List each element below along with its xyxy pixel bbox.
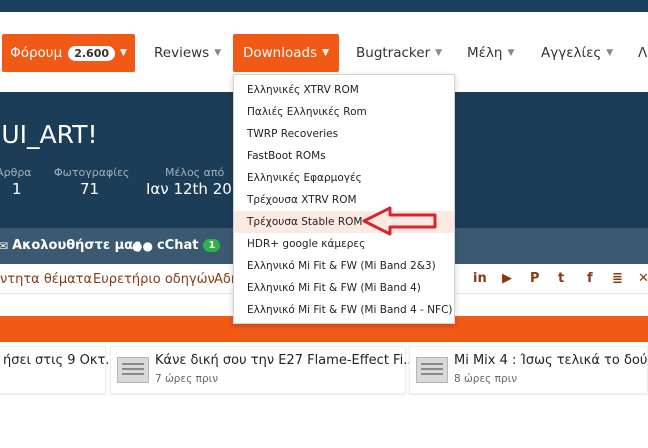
chevron-down-icon: ▼ <box>507 48 515 58</box>
nav-ads[interactable]: Αγγελίες ▼ <box>541 34 613 72</box>
nav-ads-label: Αγγελίες <box>541 45 602 61</box>
forum-count-badge: 2.600 <box>68 45 115 61</box>
nav-more-label: Λ <box>638 45 648 61</box>
top-bar <box>0 0 648 12</box>
nav-bugtracker[interactable]: Bugtracker ▼ <box>356 34 442 72</box>
news-title: Κάνε δική σου την E27 Flame-Effect Fi... <box>155 353 416 368</box>
chevron-down-icon: ▼ <box>606 48 614 58</box>
follow-us-label: Ακολουθήστε μας <box>12 238 141 253</box>
users-icon: ●● <box>132 238 153 253</box>
menu-item-mi-fit-band-4[interactable]: Ελληνικό Mi Fit & FW (Mi Band 4) <box>234 277 454 299</box>
close-icon[interactable]: ✕ <box>638 271 648 286</box>
chat-count-badge: 1 <box>203 239 221 252</box>
news-time: 8 ώρες πριν <box>454 373 518 385</box>
downloads-dropdown-menu: Ελληνικές XTRV ROM Παλιές Ελληνικές Rom … <box>233 74 455 324</box>
stat-member-since-label: Μέλος από <box>165 166 225 179</box>
news-thumbnail <box>117 357 149 383</box>
news-title: Mi Mix 4 : Ίσως τελικά το δούμε <box>454 353 648 368</box>
comment-icon: ✉ <box>0 238 9 253</box>
facebook-icon[interactable]: f <box>587 271 593 286</box>
nav-forum[interactable]: Φόρουμ 2.600 ▼ <box>2 34 135 72</box>
pinterest-icon[interactable]: P <box>530 271 540 286</box>
menu-item-greek-apps[interactable]: Ελληνικές Εφαρμογές <box>234 167 454 189</box>
nav-forum-label: Φόρουμ <box>10 45 63 61</box>
menu-item-mi-fit-band-2-3[interactable]: Ελληνικό Mi Fit & FW (Mi Band 2&3) <box>234 255 454 277</box>
chat-label: cChat <box>156 238 199 253</box>
subnav-recent-topics[interactable]: ντητα θέματα <box>0 272 92 287</box>
stat-articles-value: 1 <box>12 180 22 198</box>
menu-item-mi-fit-band-4-nfc[interactable]: Ελληνικό Mi Fit & FW (Mi Band 4 - NFC) <box>234 299 454 321</box>
nav-downloads-label: Downloads <box>242 45 318 61</box>
stat-photos-value: 71 <box>80 180 100 198</box>
profile-title: IUI_ART! <box>0 120 98 149</box>
news-card[interactable]: Mi Mix 4 : Ίσως τελικά το δούμε 8 ώρες π… <box>409 346 648 394</box>
menu-item-fastboot-roms[interactable]: FastBoot ROMs <box>234 145 454 167</box>
menu-item-greek-xtrv-roms[interactable]: Ελληνικές XTRV ROM <box>234 79 454 101</box>
page: Φόρουμ 2.600 ▼ Reviews ▼ Downloads ▼ Bug… <box>0 0 648 448</box>
nav-more[interactable]: Λ <box>638 34 647 72</box>
menu-item-hdr-google-cameras[interactable]: HDR+ google κάμερες <box>234 233 454 255</box>
menu-item-twrp-recoveries[interactable]: TWRP Recoveries <box>234 123 454 145</box>
stat-photos-label: Φωτογραφίες <box>54 166 130 179</box>
subnav-guides-index[interactable]: Ευρετήριο οδηγών <box>93 272 215 287</box>
chevron-down-icon: ▼ <box>120 48 127 58</box>
nav-members[interactable]: Μέλη ▼ <box>467 34 514 72</box>
youtube-icon[interactable]: ▶ <box>502 271 512 286</box>
nav-reviews-label: Reviews <box>154 45 210 61</box>
menu-item-old-greek-roms[interactable]: Παλιές Ελληνικές Rom <box>234 101 454 123</box>
news-card[interactable]: Κάνε δική σου την E27 Flame-Effect Fi...… <box>110 346 416 394</box>
linkedin-icon[interactable]: in <box>473 271 487 286</box>
chevron-down-icon: ▼ <box>322 48 330 58</box>
chevron-down-icon: ▼ <box>435 48 443 58</box>
chevron-down-icon: ▼ <box>214 48 222 58</box>
stat-articles-label: Άρθρα <box>0 166 32 179</box>
rss-icon[interactable]: ≣ <box>612 271 623 286</box>
twitter-icon[interactable]: t <box>558 271 564 286</box>
nav-downloads[interactable]: Downloads ▼ <box>233 34 339 72</box>
news-card[interactable]: ήσει στις 9 Οκτ... <box>0 346 118 394</box>
nav-members-label: Μέλη <box>467 45 503 61</box>
nav-reviews[interactable]: Reviews ▼ <box>154 34 221 72</box>
nav-bugtracker-label: Bugtracker <box>356 45 431 61</box>
follow-us-button[interactable]: ✉ Ακολουθήστε μας <box>0 238 141 253</box>
news-title: ήσει στις 9 Οκτ... <box>3 353 118 368</box>
news-time: 7 ώρες πριν <box>155 373 219 385</box>
red-arrow-annotation <box>362 206 437 236</box>
chat-button[interactable]: ●● cChat 1 <box>132 238 221 253</box>
news-thumbnail <box>416 357 448 383</box>
